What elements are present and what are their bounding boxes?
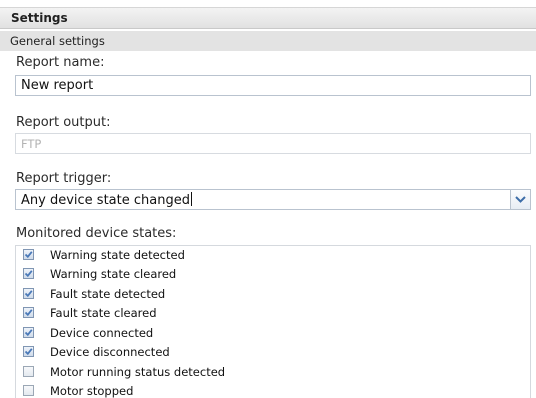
- checkbox[interactable]: [23, 346, 34, 357]
- checkbox[interactable]: [23, 249, 34, 260]
- list-item-label: Motor running status detected: [50, 365, 226, 379]
- settings-title: Settings: [11, 11, 68, 25]
- list-item[interactable]: Motor running status detected: [16, 363, 530, 382]
- general-settings-section[interactable]: General settings: [0, 31, 536, 51]
- dropdown-toggle-button[interactable]: [510, 190, 530, 209]
- list-item[interactable]: Fault state detected: [16, 285, 530, 304]
- list-item-label: Warning state cleared: [50, 267, 177, 281]
- checkbox[interactable]: [23, 385, 34, 396]
- list-item-label: Fault state detected: [50, 287, 166, 301]
- report-name-input[interactable]: New report: [15, 75, 531, 96]
- checkmark-icon: [24, 348, 33, 356]
- checkmark-icon: [24, 309, 33, 317]
- report-trigger-label: Report trigger:: [16, 171, 112, 186]
- monitored-states-label: Monitored device states:: [16, 226, 177, 241]
- checkmark-icon: [24, 329, 33, 337]
- list-item[interactable]: Fault state cleared: [16, 304, 530, 323]
- checkbox[interactable]: [23, 288, 34, 299]
- report-output-value: FTP: [21, 137, 42, 151]
- checkmark-icon: [24, 290, 33, 298]
- list-item-label: Device connected: [50, 326, 154, 340]
- checkbox[interactable]: [23, 327, 34, 338]
- list-item-label: Fault state cleared: [50, 306, 157, 320]
- checkmark-icon: [24, 270, 33, 278]
- report-output-label: Report output:: [16, 115, 111, 130]
- checkbox[interactable]: [23, 307, 34, 318]
- report-trigger-select[interactable]: Any device state changed: [15, 189, 531, 210]
- report-name-value: New report: [21, 78, 94, 93]
- text-cursor: [190, 192, 192, 206]
- list-item[interactable]: Device disconnected: [16, 343, 530, 362]
- checkmark-icon: [24, 251, 33, 259]
- settings-header: Settings: [0, 7, 536, 29]
- list-item-label: Warning state detected: [50, 248, 185, 262]
- report-output-input: FTP: [15, 133, 531, 154]
- list-item[interactable]: Warning state cleared: [16, 265, 530, 284]
- list-item-label: Motor stopped: [50, 384, 134, 398]
- checkbox[interactable]: [23, 268, 34, 279]
- report-trigger-value: Any device state changed: [21, 193, 190, 208]
- general-settings-title: General settings: [10, 34, 105, 48]
- report-trigger-value-wrap: Any device state changed: [21, 192, 192, 208]
- monitored-states-list[interactable]: Warning state detected Warning state cle…: [15, 245, 531, 398]
- list-item[interactable]: Warning state detected: [16, 246, 530, 265]
- report-name-label: Report name:: [16, 55, 105, 70]
- chevron-down-icon: [515, 196, 526, 203]
- checkbox[interactable]: [23, 366, 34, 377]
- list-item[interactable]: Device connected: [16, 324, 530, 343]
- list-item[interactable]: Motor stopped: [16, 382, 530, 398]
- list-item-label: Device disconnected: [50, 345, 170, 359]
